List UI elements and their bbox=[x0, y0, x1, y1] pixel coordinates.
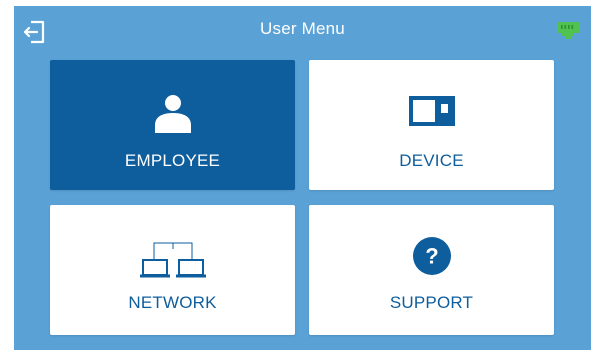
user-menu-screen: User Menu EMPLOYEE DEVICE NETWORK ? SUPP… bbox=[14, 6, 591, 350]
device-tile[interactable]: DEVICE bbox=[309, 60, 554, 190]
network-tile[interactable]: NETWORK bbox=[50, 205, 295, 335]
network-connected-icon bbox=[557, 22, 579, 39]
header-bar: User Menu bbox=[14, 6, 591, 54]
help-icon: ? bbox=[412, 237, 451, 275]
employee-tile-label: EMPLOYEE bbox=[124, 151, 221, 170]
support-tile[interactable]: ? SUPPORT bbox=[309, 205, 554, 335]
support-tile-label: SUPPORT bbox=[389, 293, 474, 312]
page-title: User Menu bbox=[260, 19, 345, 38]
network-tile-label: NETWORK bbox=[128, 293, 217, 312]
employee-tile[interactable]: EMPLOYEE bbox=[50, 60, 295, 190]
svg-text:?: ? bbox=[425, 244, 438, 269]
person-icon bbox=[154, 95, 191, 133]
network-icon bbox=[139, 242, 206, 278]
device-icon bbox=[408, 96, 455, 126]
device-tile-label: DEVICE bbox=[399, 151, 464, 170]
